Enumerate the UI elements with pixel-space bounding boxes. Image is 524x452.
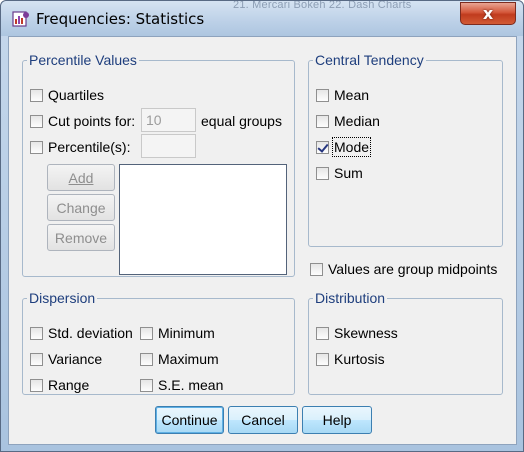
se-mean-checkbox-box[interactable] (140, 378, 153, 392)
sum-label: Sum (334, 165, 363, 181)
central-tendency-group: Central Tendency Mean Median Mode Sum (308, 52, 503, 247)
group-midpoints-label: Values are group midpoints (328, 261, 498, 277)
window-title: Frequencies: Statistics (36, 10, 205, 28)
cut-points-label: Cut points for: (48, 113, 136, 129)
sum-checkbox[interactable]: Sum (316, 163, 363, 183)
equal-groups-label: equal groups (201, 113, 282, 129)
percentiles-checkbox[interactable]: Percentile(s): (30, 137, 130, 157)
frequencies-app-icon (12, 11, 29, 27)
maximum-checkbox-box[interactable] (140, 352, 153, 366)
kurtosis-checkbox[interactable]: Kurtosis (316, 349, 385, 369)
cut-points-input[interactable] (141, 108, 196, 132)
mean-label: Mean (334, 87, 370, 103)
median-checkbox[interactable]: Median (316, 111, 380, 131)
median-label: Median (334, 113, 380, 129)
cut-points-checkbox-box[interactable] (30, 114, 43, 128)
add-button-label: Add (68, 169, 94, 186)
sum-checkbox-box[interactable] (316, 166, 329, 180)
skewness-checkbox-box[interactable] (316, 326, 329, 340)
continue-button[interactable]: Continue (155, 406, 224, 434)
se-mean-label: S.E. mean (158, 377, 224, 393)
kurtosis-checkbox-box[interactable] (316, 352, 329, 366)
percentiles-checkbox-box[interactable] (30, 140, 43, 154)
variance-label: Variance (48, 351, 103, 367)
remove-button-label: Remove (54, 229, 108, 246)
se-mean-checkbox[interactable]: S.E. mean (140, 375, 223, 395)
title-bar[interactable]: 21. Mercari Bokeh 22. Dash Charts Freque… (1, 1, 523, 36)
group-midpoints-checkbox[interactable]: Values are group midpoints (310, 259, 497, 279)
background-window-text: 21. Mercari Bokeh 22. Dash Charts (233, 1, 412, 9)
median-checkbox-box[interactable] (316, 114, 329, 128)
dialog-client-area: Percentile Values Quartiles Cut points f… (8, 36, 517, 445)
percentiles-label: Percentile(s): (48, 139, 131, 155)
distribution-legend: Distribution (315, 290, 386, 306)
percentile-values-group: Percentile Values Quartiles Cut points f… (22, 52, 295, 277)
minimum-checkbox-box[interactable] (140, 326, 153, 340)
std-deviation-checkbox-box[interactable] (30, 326, 43, 340)
range-label: Range (48, 377, 90, 393)
percentiles-listbox[interactable] (119, 164, 287, 275)
remove-button[interactable]: Remove (47, 224, 115, 251)
cancel-button[interactable]: Cancel (228, 406, 298, 434)
percentile-values-legend: Percentile Values (29, 52, 137, 68)
maximum-label: Maximum (158, 351, 219, 367)
mode-checkbox[interactable]: Mode (316, 137, 372, 157)
group-midpoints-checkbox-box[interactable] (310, 262, 323, 276)
continue-button-label: Continue (161, 412, 218, 428)
dispersion-group: Dispersion Std. deviation Variance Range… (22, 290, 295, 395)
std-deviation-checkbox[interactable]: Std. deviation (30, 323, 133, 343)
help-button-label: Help (322, 412, 352, 428)
variance-checkbox[interactable]: Variance (30, 349, 102, 369)
dialog-window: 21. Mercari Bokeh 22. Dash Charts Freque… (0, 0, 524, 452)
dispersion-legend: Dispersion (29, 290, 96, 306)
mean-checkbox-box[interactable] (316, 88, 329, 102)
mode-checkbox-box[interactable] (316, 140, 329, 154)
range-checkbox-box[interactable] (30, 378, 43, 392)
distribution-group: Distribution Skewness Kurtosis (308, 290, 503, 395)
central-tendency-legend: Central Tendency (315, 52, 424, 68)
std-deviation-label: Std. deviation (48, 325, 133, 341)
mode-label: Mode (331, 137, 372, 157)
minimum-label: Minimum (158, 325, 215, 341)
mean-checkbox[interactable]: Mean (316, 85, 369, 105)
close-button[interactable]: x (460, 2, 516, 25)
maximum-checkbox[interactable]: Maximum (140, 349, 219, 369)
minimum-checkbox[interactable]: Minimum (140, 323, 215, 343)
cut-points-checkbox[interactable]: Cut points for: (30, 111, 135, 131)
add-button[interactable]: Add (47, 164, 115, 191)
skewness-label: Skewness (334, 325, 398, 341)
variance-checkbox-box[interactable] (30, 352, 43, 366)
close-icon: x (482, 4, 494, 23)
percentiles-input[interactable] (141, 134, 196, 158)
change-button-label: Change (56, 199, 106, 216)
quartiles-label: Quartiles (48, 87, 105, 103)
kurtosis-label: Kurtosis (334, 351, 385, 367)
quartiles-checkbox[interactable]: Quartiles (30, 85, 104, 105)
quartiles-checkbox-box[interactable] (30, 88, 43, 102)
help-button[interactable]: Help (302, 406, 372, 434)
range-checkbox[interactable]: Range (30, 375, 89, 395)
cancel-button-label: Cancel (241, 412, 285, 428)
skewness-checkbox[interactable]: Skewness (316, 323, 398, 343)
change-button[interactable]: Change (47, 194, 115, 221)
